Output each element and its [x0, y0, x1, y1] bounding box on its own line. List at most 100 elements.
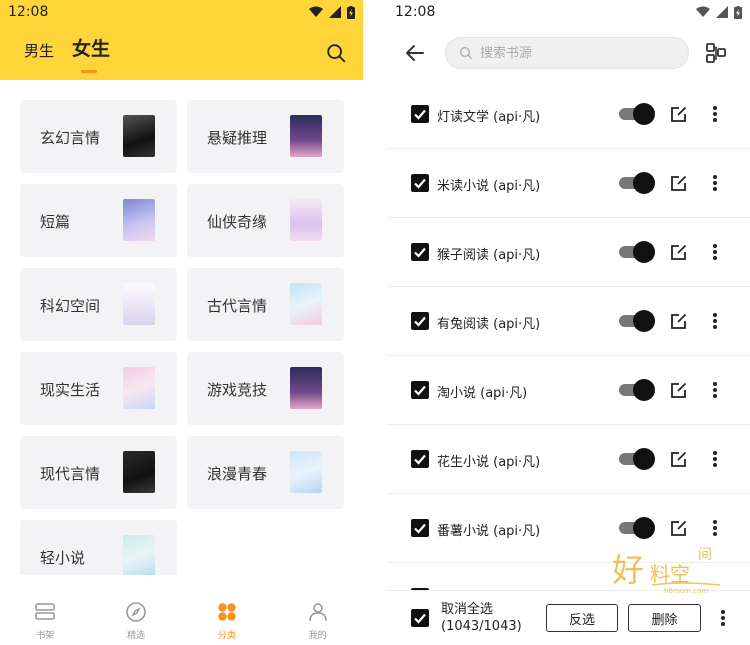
edit-icon[interactable]	[670, 105, 688, 123]
source-name: 淘小说 (api·凡)	[437, 386, 528, 401]
source-row-partial	[387, 563, 750, 590]
tab-female[interactable]: 女生	[72, 34, 110, 73]
source-checkbox[interactable]	[411, 519, 429, 537]
selection-count: (1043/1043)	[441, 619, 522, 634]
source-toggle[interactable]	[619, 379, 655, 401]
category-screen: 12:08 男生 女生 玄幻言情 悬疑推理 短篇 仙侠奇缘 科幻空间 古代言情 …	[0, 0, 363, 645]
source-row: 灯读文学 (api·凡)	[387, 80, 750, 149]
bookshelf-icon	[35, 603, 56, 620]
group-icon[interactable]	[704, 41, 728, 65]
gender-tabs: 男生 女生	[24, 34, 110, 73]
nav-category[interactable]: 分类	[182, 590, 273, 645]
source-checkbox[interactable]	[411, 312, 429, 330]
signal-icon	[716, 6, 728, 18]
category-card[interactable]: 悬疑推理	[187, 100, 344, 173]
compass-icon	[126, 602, 146, 622]
wifi-icon	[696, 6, 710, 17]
search-icon[interactable]	[325, 42, 347, 64]
source-checkbox[interactable]	[411, 243, 429, 261]
book-cover-thumbnail	[290, 115, 322, 157]
category-card[interactable]: 浪漫青春	[187, 436, 344, 509]
book-cover-thumbnail	[123, 451, 155, 493]
more-vertical-icon[interactable]	[705, 173, 725, 193]
edit-icon[interactable]	[670, 312, 688, 330]
status-bar: 12:08	[0, 0, 363, 24]
source-checkbox[interactable]	[411, 381, 429, 399]
book-cover-thumbnail	[123, 367, 155, 409]
source-checkbox[interactable]	[411, 450, 429, 468]
source-name: 番薯小说 (api·凡)	[437, 524, 541, 539]
invert-selection-button[interactable]: 反选	[546, 604, 618, 632]
more-vertical-icon[interactable]	[705, 311, 725, 331]
nav-profile[interactable]: 我的	[272, 590, 363, 645]
source-name: 有兔阅读 (api·凡)	[437, 317, 541, 332]
category-card[interactable]: 科幻空间	[20, 268, 177, 341]
top-header: 12:08 男生 女生	[0, 0, 363, 80]
category-card[interactable]: 玄幻言情	[20, 100, 177, 173]
source-toggle[interactable]	[619, 103, 655, 125]
source-toggle[interactable]	[619, 241, 655, 263]
book-cover-thumbnail	[290, 283, 322, 325]
more-vertical-icon[interactable]	[705, 518, 725, 538]
book-cover-thumbnail	[123, 283, 155, 325]
category-card[interactable]: 短篇	[20, 184, 177, 257]
category-label: 现代言情	[40, 465, 101, 483]
source-name: 灯读文学 (api·凡)	[437, 110, 541, 125]
nav-label: 精选	[127, 631, 146, 641]
person-icon	[308, 603, 327, 622]
edit-icon[interactable]	[670, 381, 688, 399]
search-toolbar	[387, 34, 750, 74]
more-vertical-icon[interactable]	[705, 449, 725, 469]
bottom-navigation: 书架 精选 分类 我的	[0, 590, 363, 645]
select-all-checkbox[interactable]	[411, 609, 429, 627]
source-toggle[interactable]	[619, 448, 655, 470]
category-label: 悬疑推理	[207, 129, 268, 147]
nav-label: 分类	[217, 631, 236, 641]
battery-icon	[734, 5, 742, 19]
source-toggle[interactable]	[619, 172, 655, 194]
deselect-all-label[interactable]: 取消全选	[441, 601, 522, 618]
book-cover-thumbnail	[290, 367, 322, 409]
category-label: 轻小说	[40, 549, 86, 567]
source-toggle[interactable]	[619, 310, 655, 332]
more-vertical-icon[interactable]	[713, 608, 733, 628]
category-card[interactable]: 游戏竞技	[187, 352, 344, 425]
source-row: 有兔阅读 (api·凡)	[387, 287, 750, 356]
category-card[interactable]: 仙侠奇缘	[187, 184, 344, 257]
edit-icon[interactable]	[670, 243, 688, 261]
category-label: 现实生活	[40, 381, 101, 399]
nav-bookshelf[interactable]: 书架	[0, 590, 91, 645]
back-arrow-icon[interactable]	[403, 41, 427, 65]
tab-male[interactable]: 男生	[24, 40, 54, 61]
status-icons	[309, 5, 355, 19]
source-checkbox[interactable]	[411, 174, 429, 192]
category-card[interactable]: 古代言情	[187, 268, 344, 341]
edit-icon[interactable]	[670, 450, 688, 468]
delete-button[interactable]: 删除	[628, 604, 701, 632]
category-card[interactable]: 轻小说	[20, 520, 177, 575]
category-label: 玄幻言情	[40, 129, 101, 147]
source-checkbox[interactable]	[411, 105, 429, 123]
search-bar[interactable]	[445, 37, 689, 69]
edit-icon[interactable]	[670, 174, 688, 192]
selection-info: 取消全选 (1043/1043)	[441, 601, 522, 635]
search-input[interactable]	[480, 45, 670, 61]
category-card[interactable]: 现代言情	[20, 436, 177, 509]
source-name: 米读小说 (api·凡)	[437, 179, 541, 194]
more-vertical-icon[interactable]	[705, 242, 725, 262]
source-row: 淘小说 (api·凡)	[387, 356, 750, 425]
status-bar: 12:08	[387, 0, 750, 24]
category-label: 科幻空间	[40, 297, 101, 315]
source-list: 灯读文学 (api·凡) 米读小说 (api·凡) 猴子阅读 (api·凡) 有…	[387, 80, 750, 590]
more-vertical-icon[interactable]	[705, 380, 725, 400]
edit-icon[interactable]	[670, 519, 688, 537]
nav-label: 我的	[308, 631, 327, 641]
search-icon	[460, 47, 472, 59]
category-grid: 玄幻言情 悬疑推理 短篇 仙侠奇缘 科幻空间 古代言情 现实生活 游戏竞技 现代…	[20, 100, 344, 575]
nav-featured[interactable]: 精选	[91, 590, 182, 645]
category-card[interactable]: 现实生活	[20, 352, 177, 425]
source-name: 花生小说 (api·凡)	[437, 455, 541, 470]
status-time: 12:08	[8, 4, 49, 20]
source-toggle[interactable]	[619, 517, 655, 539]
more-vertical-icon[interactable]	[705, 104, 725, 124]
